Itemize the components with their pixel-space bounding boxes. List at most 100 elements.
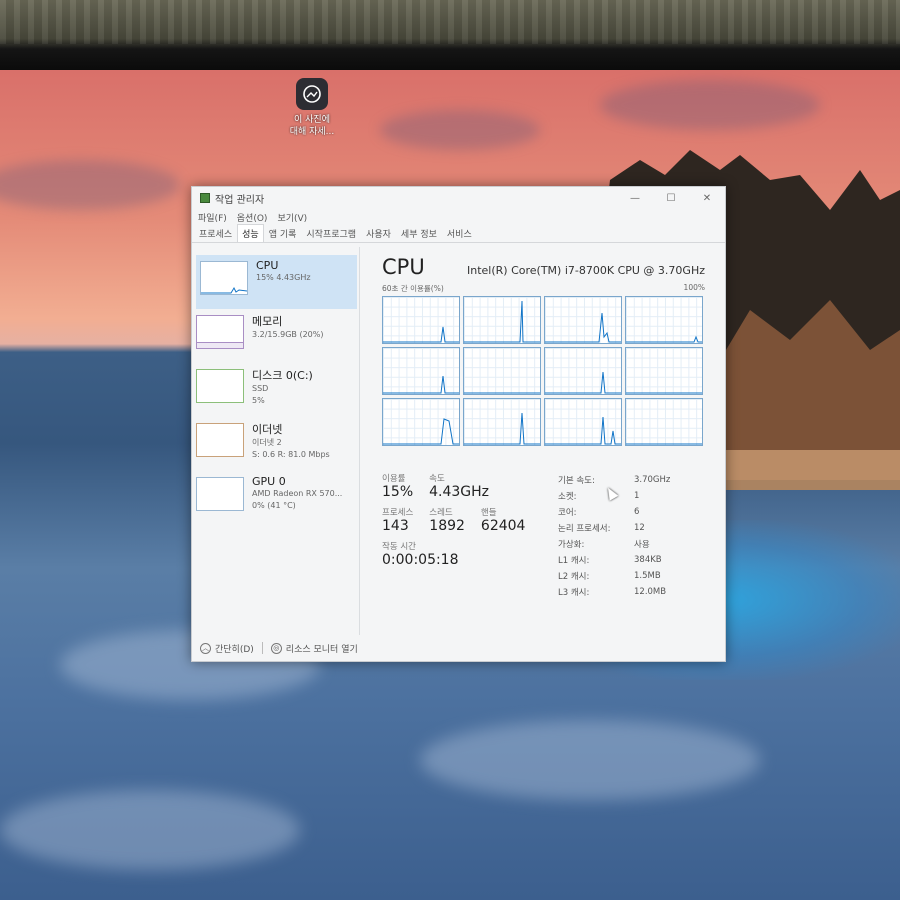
detail-key: 코어:: [558, 508, 577, 518]
sidebar-item-label: CPU: [256, 259, 279, 272]
menu-bar: 파일(F) 옵션(O) 보기(V): [192, 209, 725, 225]
sidebar-item-memory[interactable]: 메모리 3.2/15.9GB (20%): [192, 309, 359, 363]
detail-value: 사용: [634, 540, 650, 550]
sidebar-item-sub: AMD Radeon RX 570...: [252, 489, 343, 498]
window-title: 작업 관리자: [215, 194, 265, 206]
uptime-value: 0:00:05:18: [382, 552, 459, 568]
tab-app-history[interactable]: 앱 기록: [264, 224, 302, 242]
sidebar-item-label: 이더넷: [252, 423, 283, 436]
footer-divider: [261, 642, 263, 654]
detail-value: 6: [634, 507, 640, 517]
processes-value: 143: [382, 518, 409, 534]
maximize-button[interactable]: ☐: [653, 193, 689, 204]
wallpaper-cloud: [600, 80, 820, 130]
menu-file[interactable]: 파일(F): [198, 211, 227, 224]
status-footer: ︿ 간단히(D) ◎ 리소스 모니터 열기: [192, 635, 725, 661]
utilization-value: 15%: [382, 484, 414, 500]
graph-caption: 60초 간 이용률(%): [382, 284, 444, 293]
sidebar-item-label: GPU 0: [252, 475, 286, 488]
detail-key: L3 캐시:: [558, 588, 590, 598]
core-graph: [463, 347, 541, 395]
wallpaper-cloud: [380, 110, 540, 150]
sidebar-item-label: 디스크 0(C:): [252, 369, 313, 382]
sidebar-item-sub: SSD: [252, 384, 269, 393]
core-graph: [463, 398, 541, 446]
title-bar[interactable]: 작업 관리자 — ☐ ✕: [192, 187, 725, 209]
desktop-shortcut-label: 이 사진에 대해 자세...: [289, 115, 335, 137]
resource-monitor-icon: ◎: [270, 642, 282, 654]
detail-value: 12: [634, 523, 645, 533]
sidebar-item-sub2: S: 0.6 R: 81.0 Mbps: [252, 450, 330, 459]
menu-view[interactable]: 보기(V): [277, 211, 307, 224]
sidebar-item-sub2: 0% (41 °C): [252, 501, 296, 510]
speed-value: 4.43GHz: [429, 484, 490, 500]
sidebar-item-label: 메모리: [252, 315, 283, 328]
sidebar-item-sub: 3.2/15.9GB (20%): [252, 330, 324, 339]
wallpaper-foam: [420, 720, 760, 800]
desktop-shortcut[interactable]: 이 사진에 대해 자세...: [282, 78, 342, 138]
sidebar-item-cpu[interactable]: CPU 15% 4.43GHz: [196, 255, 357, 309]
detail-key: 소켓:: [558, 492, 577, 502]
detail-key: 논리 프로세서:: [558, 524, 611, 534]
graph-max-label: 100%: [683, 283, 705, 292]
core-graph: [625, 398, 703, 446]
core-graph: [463, 296, 541, 344]
threads-value: 1892: [429, 518, 465, 534]
minimize-button[interactable]: —: [617, 193, 653, 204]
detail-value: 1: [634, 491, 640, 501]
detail-value: 1.5MB: [634, 571, 661, 581]
gpu-mini-graph: [196, 477, 244, 511]
tab-performance[interactable]: 성능: [237, 224, 264, 242]
wallpaper-cloud: [0, 160, 180, 210]
core-graph: [382, 398, 460, 446]
task-manager-window[interactable]: 작업 관리자 — ☐ ✕ 파일(F) 옵션(O) 보기(V) 프로세스 성능 앱…: [191, 186, 726, 662]
fewer-details-label: 간단히(D): [215, 644, 254, 655]
utilization-label: 이용률: [382, 474, 406, 484]
sidebar-item-ethernet[interactable]: 이더넷 이더넷 2 S: 0.6 R: 81.0 Mbps: [192, 417, 359, 471]
core-graph: [544, 347, 622, 395]
threads-label: 스레드: [429, 508, 453, 518]
logical-processor-graphs[interactable]: [382, 296, 705, 446]
wallpaper-foam: [0, 790, 300, 870]
sidebar-item-disk[interactable]: 디스크 0(C:) SSD 5%: [192, 363, 359, 417]
tab-strip: 프로세스 성능 앱 기록 시작프로그램 사용자 세부 정보 서비스: [192, 224, 725, 243]
detail-key: 기본 속도:: [558, 476, 595, 486]
tab-details[interactable]: 세부 정보: [396, 224, 442, 242]
memory-mini-graph: [196, 315, 244, 349]
core-graph: [544, 398, 622, 446]
detail-key: L2 캐시:: [558, 572, 590, 582]
tab-processes[interactable]: 프로세스: [194, 224, 237, 242]
cpu-panel: CPU Intel(R) Core(TM) i7-8700K CPU @ 3.7…: [360, 247, 725, 635]
tab-startup[interactable]: 시작프로그램: [301, 224, 361, 242]
sidebar-item-sub: 15% 4.43GHz: [256, 273, 311, 282]
handles-value: 62404: [480, 518, 526, 534]
disk-mini-graph: [196, 369, 244, 403]
tab-users[interactable]: 사용자: [361, 224, 396, 242]
handles-label: 핸들: [480, 508, 497, 518]
ethernet-mini-graph: [196, 423, 244, 457]
fewer-details-link[interactable]: ︿ 간단히(D): [200, 642, 254, 655]
panel-title: CPU: [382, 255, 425, 279]
chevron-up-icon: ︿: [200, 642, 211, 654]
close-button[interactable]: ✕: [689, 193, 725, 204]
detail-value: 384KB: [634, 555, 662, 565]
sidebar-item-sub2: 5%: [252, 396, 265, 405]
core-graph: [382, 296, 460, 344]
resource-monitor-label: 리소스 모니터 열기: [285, 644, 358, 655]
core-graph: [625, 347, 703, 395]
resource-sidebar: CPU 15% 4.43GHz 메모리 3.2/15.9GB (20%) 디스크…: [192, 247, 360, 635]
resource-monitor-link[interactable]: ◎ 리소스 모니터 열기: [270, 642, 358, 655]
speed-label: 속도: [429, 474, 445, 484]
detail-key: 가상화:: [558, 540, 585, 550]
cpu-mini-graph: [200, 261, 248, 295]
cpu-model: Intel(R) Core(TM) i7-8700K CPU @ 3.70GHz: [467, 264, 705, 277]
core-graph: [625, 296, 703, 344]
menu-options[interactable]: 옵션(O): [237, 211, 268, 224]
monitor-bezel: [0, 0, 900, 70]
processes-label: 프로세스: [382, 508, 414, 518]
detail-value: 3.70GHz: [634, 475, 671, 485]
detail-value: 12.0MB: [634, 587, 667, 597]
tab-services[interactable]: 서비스: [442, 224, 477, 242]
sidebar-item-gpu[interactable]: GPU 0 AMD Radeon RX 570... 0% (41 °C): [192, 471, 359, 525]
core-graph: [382, 347, 460, 395]
